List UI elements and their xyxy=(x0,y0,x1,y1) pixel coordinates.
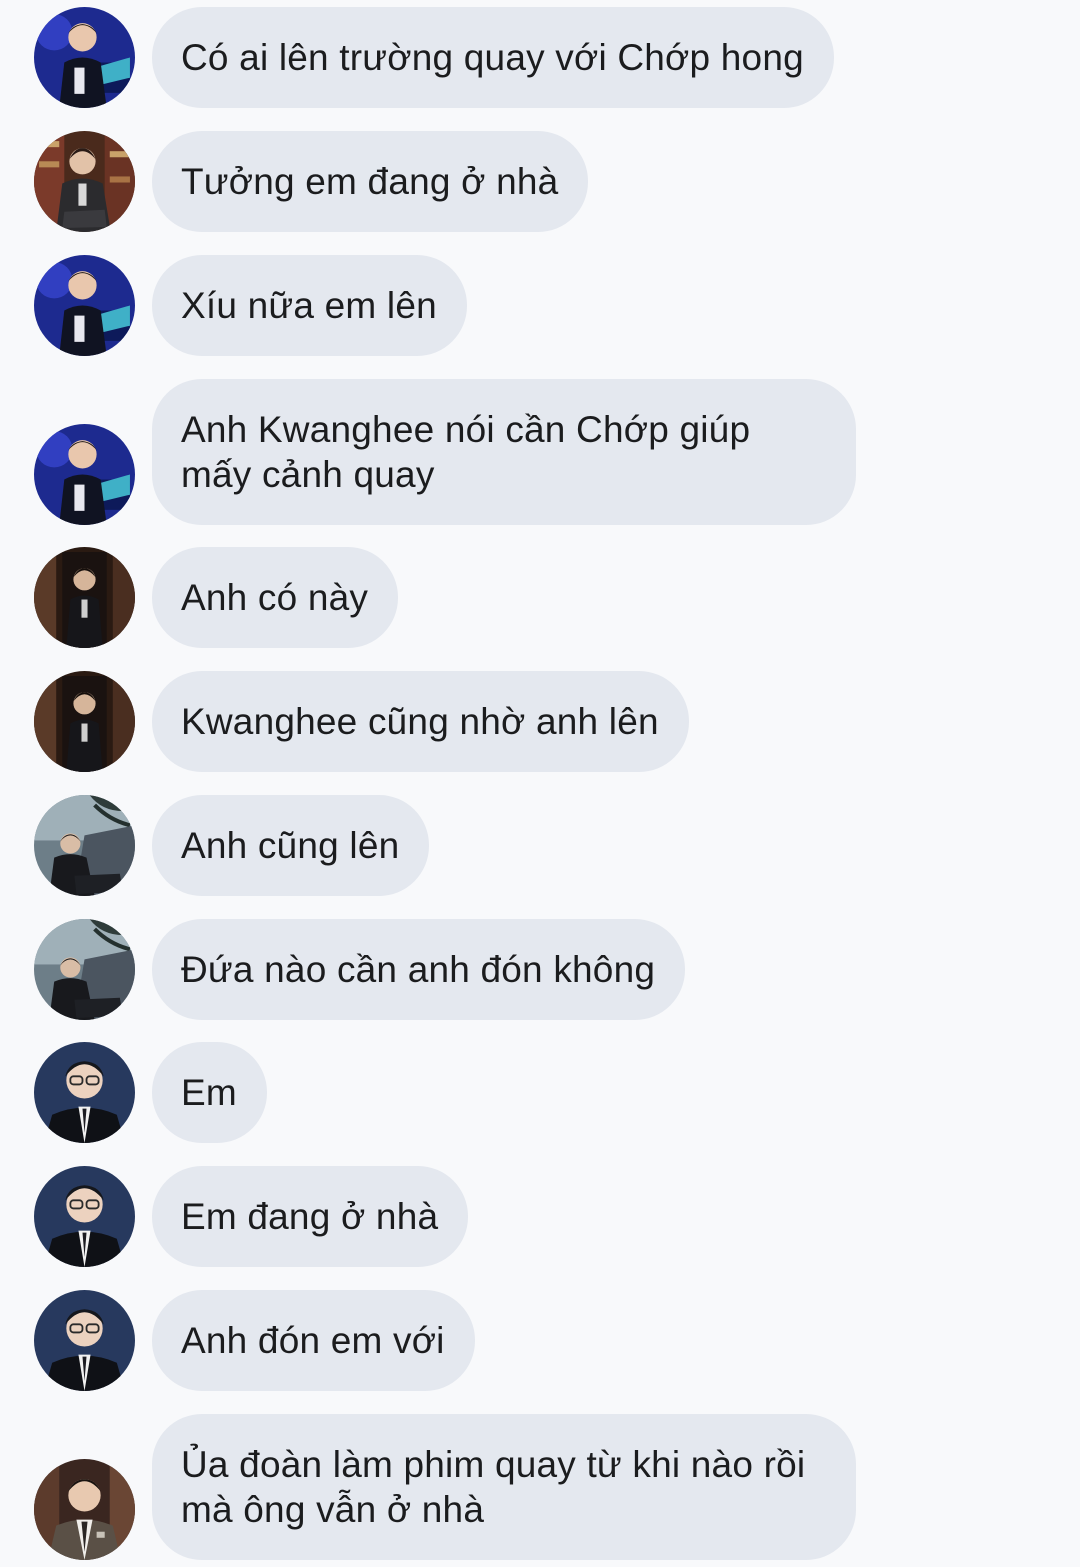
message-bubble[interactable]: Anh có này xyxy=(152,547,399,648)
avatar-icon[interactable] xyxy=(34,919,135,1020)
message-row: Anh cũng lên xyxy=(0,795,1080,896)
avatar-icon[interactable] xyxy=(34,424,135,525)
message-bubble[interactable]: Anh đón em với xyxy=(152,1290,475,1391)
message-row: Anh có này xyxy=(0,547,1080,648)
message-bubble[interactable]: Ủa đoàn làm phim quay từ khi nào rồi mà … xyxy=(152,1414,856,1560)
avatar-glasses-navy-icon xyxy=(34,1166,135,1267)
avatar-icon[interactable] xyxy=(34,1166,135,1267)
avatar-glasses-navy-icon xyxy=(34,1042,135,1143)
avatar-tie-warm-icon xyxy=(34,1459,135,1560)
avatar-icon[interactable] xyxy=(34,1459,135,1560)
message-bubble[interactable]: Đứa nào cần anh đón không xyxy=(152,919,686,1020)
message-bubble[interactable]: Em đang ở nhà xyxy=(152,1166,469,1267)
avatar-rock-tree-icon xyxy=(34,795,135,896)
message-row: Anh Kwanghee nói cần Chớp giúp mấy cảnh … xyxy=(0,379,1080,525)
message-row: Anh đón em với xyxy=(0,1290,1080,1391)
avatar-rock-tree-icon xyxy=(34,919,135,1020)
message-bubble[interactable]: Có ai lên trường quay với Chớp hong xyxy=(152,7,834,108)
message-bubble[interactable]: Em xyxy=(152,1042,267,1143)
message-row: Kwanghee cũng nhờ anh lên xyxy=(0,671,1080,772)
avatar-suit-library-icon xyxy=(34,131,135,232)
avatar-icon[interactable] xyxy=(34,7,135,108)
message-bubble[interactable]: Xíu nữa em lên xyxy=(152,255,467,356)
message-row: Xíu nữa em lên xyxy=(0,255,1080,356)
avatar-stage-blue-icon xyxy=(34,7,135,108)
avatar-icon[interactable] xyxy=(34,671,135,772)
message-bubble[interactable]: Tưởng em đang ở nhà xyxy=(152,131,589,232)
message-row: Em xyxy=(0,1042,1080,1143)
avatar-dark-doorway-icon xyxy=(34,671,135,772)
message-bubble[interactable]: Anh cũng lên xyxy=(152,795,430,896)
message-row: Đứa nào cần anh đón không xyxy=(0,919,1080,1020)
avatar-icon[interactable] xyxy=(34,795,135,896)
avatar-icon[interactable] xyxy=(34,1290,135,1391)
message-row: Em đang ở nhà xyxy=(0,1166,1080,1267)
message-row: Tưởng em đang ở nhà xyxy=(0,131,1080,232)
message-bubble[interactable]: Anh Kwanghee nói cần Chớp giúp mấy cảnh … xyxy=(152,379,856,525)
message-bubble[interactable]: Kwanghee cũng nhờ anh lên xyxy=(152,671,689,772)
message-row: Có ai lên trường quay với Chớp hong xyxy=(0,7,1080,108)
chat-thread: Có ai lên trường quay với Chớp hong Tưởn… xyxy=(0,0,1080,1567)
avatar-icon[interactable] xyxy=(34,255,135,356)
avatar-icon[interactable] xyxy=(34,131,135,232)
message-row: Ủa đoàn làm phim quay từ khi nào rồi mà … xyxy=(0,1414,1080,1560)
avatar-dark-doorway-icon xyxy=(34,547,135,648)
avatar-stage-blue-icon xyxy=(34,424,135,525)
avatar-icon[interactable] xyxy=(34,1042,135,1143)
avatar-glasses-navy-icon xyxy=(34,1290,135,1391)
avatar-icon[interactable] xyxy=(34,547,135,648)
avatar-stage-blue-icon xyxy=(34,255,135,356)
